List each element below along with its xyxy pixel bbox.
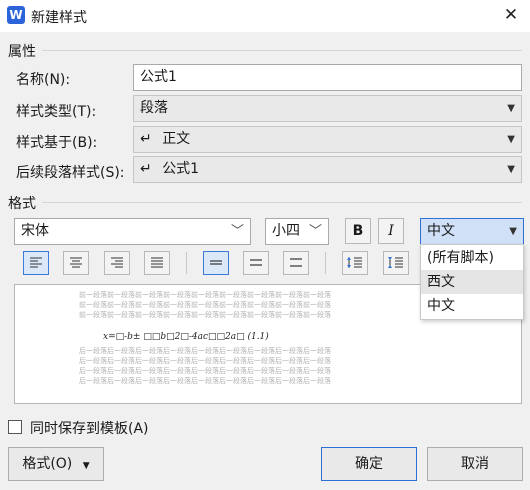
chevron-down-icon: ﹀ xyxy=(308,224,322,239)
properties-heading: 属性 xyxy=(8,44,36,60)
size-value: 小四 xyxy=(272,223,300,239)
dropdown-arrow-icon: ▼ xyxy=(509,226,517,237)
following-style-dropdown[interactable]: ↵ 公式1 ▼ xyxy=(133,156,522,183)
cancel-button[interactable]: 取消 xyxy=(427,447,523,481)
ok-button[interactable]: 确定 xyxy=(321,447,417,481)
dropdown-arrow-icon: ▼ xyxy=(82,461,90,471)
preview-next-paragraph-line: 后一段落后一段落后一段落后一段落后一段落后一段落后一段落后一段落后一段落 xyxy=(79,377,331,385)
format-menu-label: 格式(O) xyxy=(22,456,73,472)
single-spacing-icon xyxy=(210,260,222,265)
increase-paragraph-spacing-icon xyxy=(347,257,362,268)
script-option-western[interactable]: 西文 xyxy=(421,270,523,294)
close-icon[interactable]: ✕ xyxy=(500,4,522,26)
font-combo[interactable]: 宋体 ﹀ xyxy=(14,218,251,245)
wps-writer-app-icon: W xyxy=(7,6,25,24)
name-label: 名称(N): xyxy=(16,72,71,88)
italic-button[interactable]: I xyxy=(378,218,404,244)
justify-button[interactable] xyxy=(144,251,170,275)
preview-previous-paragraph-line: 前一段落前一段落前一段落前一段落前一段落前一段落前一段落前一段落前一段落 xyxy=(79,301,331,309)
align-left-icon xyxy=(30,257,42,268)
align-center-button[interactable] xyxy=(63,251,89,275)
preview-previous-paragraph-line: 前一段落前一段落前一段落前一段落前一段落前一段落前一段落前一段落前一段落 xyxy=(79,311,331,319)
preview-next-paragraph-line: 后一段落后一段落后一段落后一段落后一段落后一段落后一段落后一段落后一段落 xyxy=(79,367,331,375)
double-spacing-button[interactable] xyxy=(283,251,309,275)
toolbar-separator xyxy=(325,252,326,274)
following-style-value: 公式1 xyxy=(162,161,200,177)
script-option-all[interactable]: (所有脚本) xyxy=(421,246,523,270)
align-left-button[interactable] xyxy=(23,251,49,275)
align-right-icon xyxy=(111,257,123,268)
double-spacing-icon xyxy=(290,258,302,267)
properties-divider xyxy=(42,50,522,51)
dropdown-arrow-icon: ▼ xyxy=(507,134,515,145)
title-bar: W 新建样式 ✕ xyxy=(0,0,530,32)
format-menu-button[interactable]: 格式(O) ▼ xyxy=(8,447,104,481)
script-value: 中文 xyxy=(427,223,455,239)
decrease-paragraph-spacing-button[interactable] xyxy=(383,251,409,275)
toolbar-separator xyxy=(186,252,187,274)
single-spacing-button[interactable] xyxy=(203,251,229,275)
dropdown-arrow-icon: ▼ xyxy=(507,164,515,175)
script-dropdown-list: (所有脚本) 西文 中文 xyxy=(420,244,524,320)
based-on-label: 样式基于(B): xyxy=(16,135,98,151)
increase-paragraph-spacing-button[interactable] xyxy=(342,251,368,275)
align-center-icon xyxy=(70,257,82,268)
chevron-down-icon: ﹀ xyxy=(230,224,244,239)
based-on-dropdown[interactable]: ↵ 正文 ▼ xyxy=(133,126,522,153)
format-heading: 格式 xyxy=(8,196,36,212)
based-on-value: 正文 xyxy=(162,131,191,147)
script-dropdown[interactable]: 中文 ▼ xyxy=(420,218,524,245)
paragraph-mark-icon: ↵ xyxy=(140,131,152,147)
preview-next-paragraph-line: 后一段落后一段落后一段落后一段落后一段落后一段落后一段落后一段落后一段落 xyxy=(79,347,331,355)
dialog-title: 新建样式 xyxy=(31,10,87,26)
preview-next-paragraph-line: 后一段落后一段落后一段落后一段落后一段落后一段落后一段落后一段落后一段落 xyxy=(79,357,331,365)
one-half-spacing-button[interactable] xyxy=(243,251,269,275)
style-type-dropdown[interactable]: 段落 ▼ xyxy=(133,95,522,122)
format-divider xyxy=(42,202,522,203)
bold-button[interactable]: B xyxy=(345,218,371,244)
dropdown-arrow-icon: ▼ xyxy=(507,103,515,114)
justify-icon xyxy=(151,257,163,268)
save-to-template-checkbox[interactable] xyxy=(8,420,22,434)
preview-formula: x=□-b± □□b□2□-4ac□□2a□ (1.1) xyxy=(103,332,269,342)
preview-previous-paragraph-line: 前一段落前一段落前一段落前一段落前一段落前一段落前一段落前一段落前一段落 xyxy=(79,291,331,299)
decrease-paragraph-spacing-icon xyxy=(388,257,403,268)
style-type-label: 样式类型(T): xyxy=(16,104,97,120)
style-type-value: 段落 xyxy=(140,100,168,116)
name-input[interactable]: 公式1 xyxy=(133,64,522,91)
script-option-chinese[interactable]: 中文 xyxy=(421,294,523,318)
following-style-label: 后续段落样式(S): xyxy=(16,165,125,181)
one-half-spacing-icon xyxy=(250,259,262,266)
font-value: 宋体 xyxy=(21,223,49,239)
align-right-button[interactable] xyxy=(104,251,130,275)
size-combo[interactable]: 小四 ﹀ xyxy=(265,218,329,245)
paragraph-mark-icon: ↵ xyxy=(140,161,152,177)
save-to-template-label[interactable]: 同时保存到模板(A) xyxy=(30,418,149,438)
